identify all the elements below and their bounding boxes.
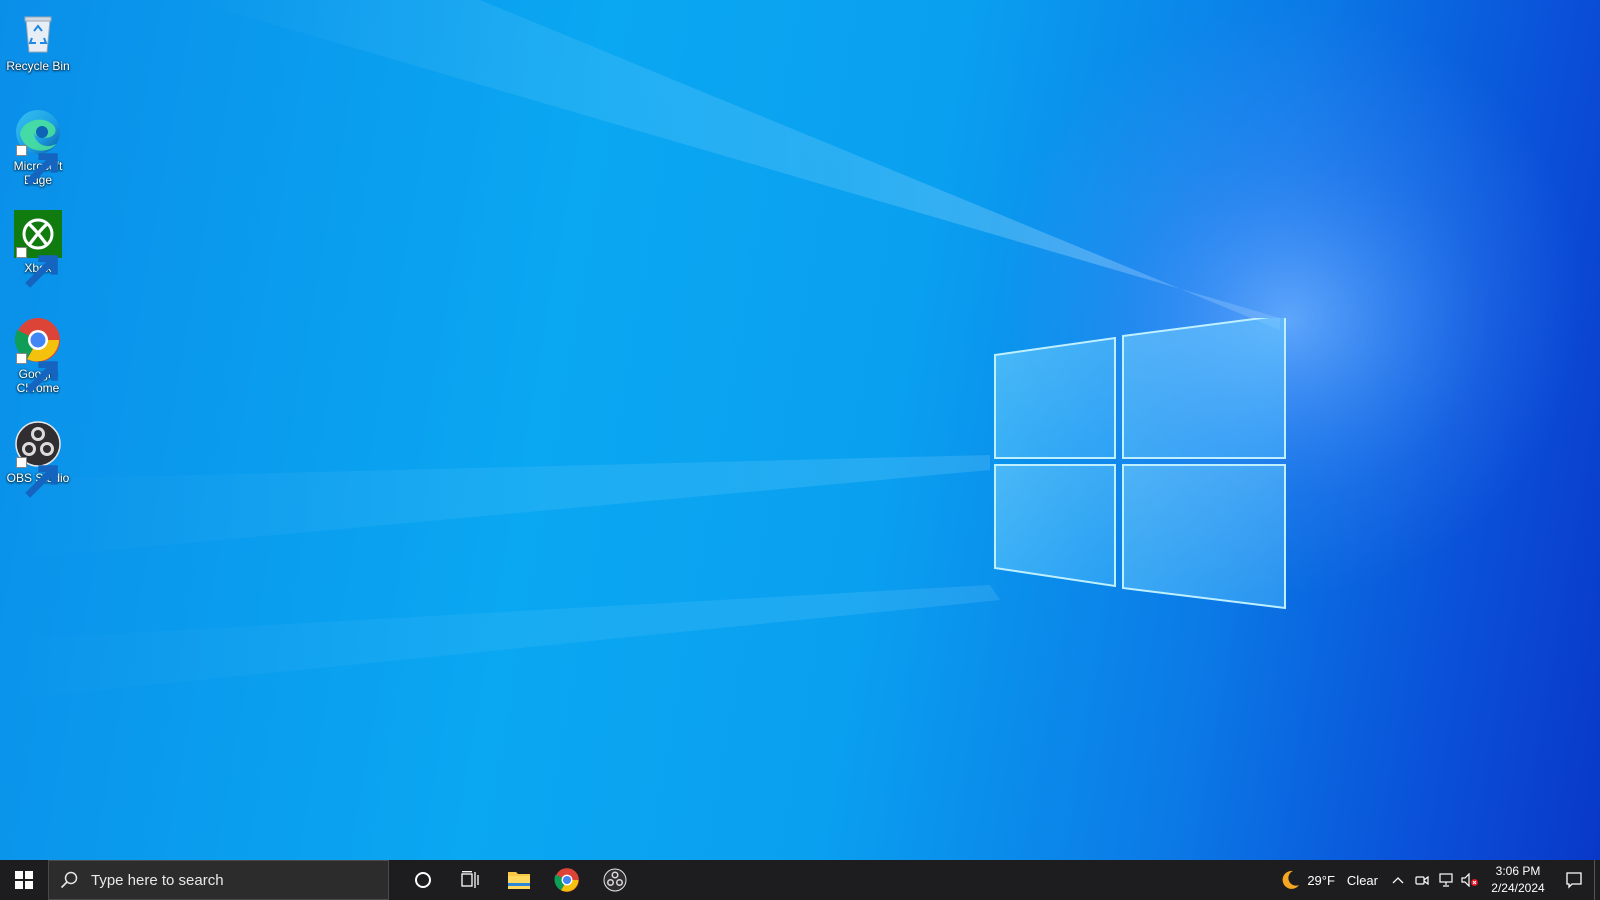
desktop-icon-xbox[interactable]: Xbox — [0, 210, 76, 288]
desktop-icon-label: Recycle Bin — [6, 59, 70, 73]
moon-icon — [1282, 870, 1300, 889]
taskbar-file-explorer[interactable] — [495, 860, 543, 900]
chrome-icon — [554, 868, 579, 892]
taskbar-search-box[interactable] — [48, 860, 389, 900]
weather-widget[interactable]: 29°F Clear — [1271, 860, 1386, 900]
start-button[interactable] — [0, 860, 48, 900]
search-input[interactable] — [89, 870, 373, 890]
tray-volume[interactable] — [1458, 860, 1482, 900]
task-view-icon — [461, 871, 479, 888]
show-hidden-icons-button[interactable] — [1386, 860, 1410, 900]
obs-icon — [603, 868, 627, 892]
taskbar: 29°F Clear — [0, 860, 1600, 900]
windows-start-icon — [15, 871, 33, 889]
search-icon — [49, 871, 89, 889]
desktop-icon-edge[interactable]: Microsoft Edge — [0, 108, 76, 187]
taskbar-chrome[interactable] — [543, 860, 591, 900]
shortcut-arrow-icon — [16, 353, 58, 394]
network-icon — [1439, 873, 1453, 887]
clock-time: 3:06 PM — [1495, 864, 1541, 878]
system-tray: 29°F Clear 3:06 PM 2/24/2024 — [1271, 860, 1600, 900]
wallpaper-light-beams — [0, 0, 1490, 700]
weather-condition: Clear — [1346, 872, 1378, 888]
action-center-button[interactable] — [1554, 860, 1594, 900]
desktop-icon-chrome[interactable]: Google Chrome — [0, 316, 76, 395]
shortcut-arrow-icon — [16, 247, 58, 288]
task-view-button[interactable] — [447, 860, 495, 900]
obs-icon — [14, 420, 62, 498]
clock-date: 2/24/2024 — [1491, 881, 1545, 895]
camera-icon — [1415, 875, 1429, 886]
taskbar-clock[interactable]: 3:06 PM 2/24/2024 — [1482, 860, 1554, 900]
windows-logo-wallpaper — [994, 318, 1286, 610]
xbox-icon — [14, 210, 62, 288]
volume-muted-icon — [1461, 873, 1478, 887]
desktop: Recycle Bin Microsoft Edge Xbox Google C… — [0, 0, 1600, 860]
chrome-icon — [14, 316, 62, 394]
cortana-button[interactable] — [399, 860, 447, 900]
cortana-icon — [415, 872, 431, 888]
notification-icon — [1566, 872, 1582, 889]
chevron-up-icon — [1392, 877, 1404, 884]
taskbar-obs[interactable] — [591, 860, 639, 900]
desktop-icon-obs[interactable]: OBS Studio — [0, 420, 76, 498]
weather-temp: 29°F — [1307, 872, 1335, 888]
shortcut-arrow-icon — [16, 145, 58, 186]
tray-network[interactable] — [1434, 860, 1458, 900]
tray-meet-now[interactable] — [1410, 860, 1434, 900]
file-explorer-icon — [508, 872, 530, 889]
recycle-bin-icon — [14, 8, 62, 56]
edge-icon — [14, 108, 62, 186]
shortcut-arrow-icon — [16, 457, 58, 498]
show-desktop-button[interactable] — [1594, 860, 1600, 900]
desktop-icon-recycle-bin[interactable]: Recycle Bin — [0, 8, 76, 73]
